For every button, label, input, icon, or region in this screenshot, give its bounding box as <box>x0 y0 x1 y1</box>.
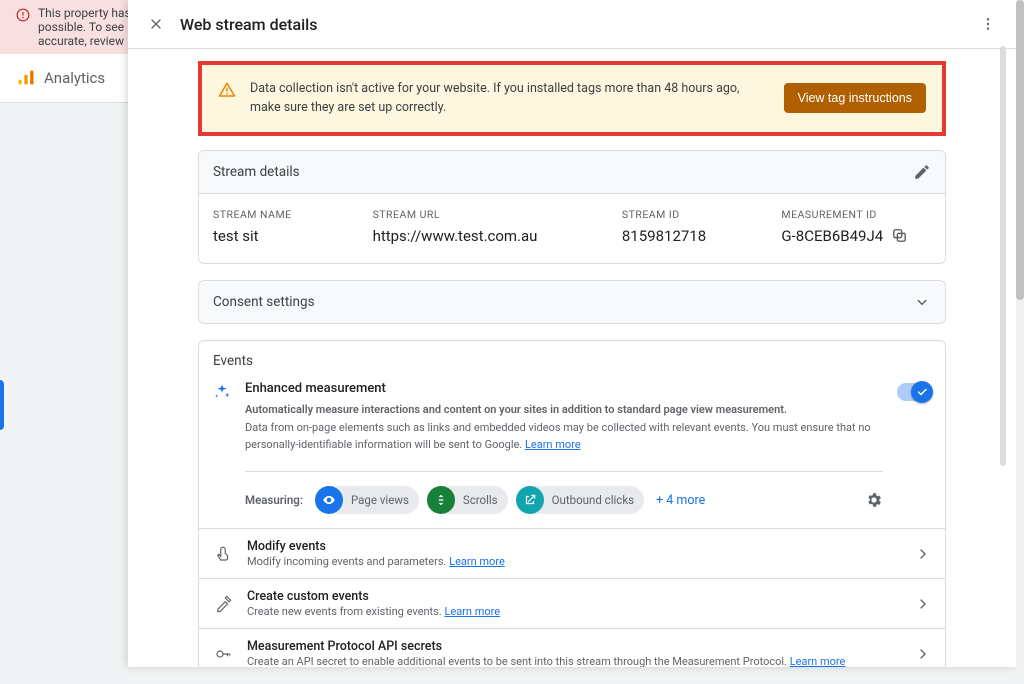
outbound-icon <box>516 486 544 514</box>
panel-scrollbar[interactable] <box>1000 46 1006 667</box>
enhanced-desc1: Automatically measure interactions and c… <box>245 402 883 419</box>
stream-details-grid: STREAM NAME test sit STREAM URL https://… <box>199 194 945 263</box>
key-icon <box>213 645 233 663</box>
touch-icon <box>213 545 233 563</box>
error-icon <box>16 8 30 22</box>
events-header: Events <box>199 341 945 381</box>
alert-text: Data collection isn't active for your we… <box>250 79 770 118</box>
stream-details-card: Stream details STREAM NAME test sit STRE… <box>198 150 946 264</box>
stream-url-label: STREAM URL <box>373 208 612 221</box>
more-menu-icon[interactable] <box>974 10 1002 38</box>
row-desc: Create an API secret to enable additiona… <box>247 655 901 667</box>
events-card: Events Enhanced measurement Automaticall… <box>198 340 946 667</box>
left-nav-indicator <box>0 380 4 430</box>
view-tag-instructions-button[interactable]: View tag instructions <box>784 83 926 113</box>
learn-more-link[interactable]: Learn more <box>449 555 505 568</box>
row-desc: Modify incoming events and parameters. L… <box>247 555 901 568</box>
check-icon <box>911 381 933 403</box>
row-title: Create custom events <box>247 589 901 604</box>
gear-icon[interactable] <box>865 491 883 509</box>
events-title: Events <box>213 353 253 369</box>
consent-settings-card: Consent settings <box>198 280 946 324</box>
warning-icon <box>218 81 236 99</box>
measurement-id-value: G-8CEB6B49J4 <box>781 227 883 245</box>
chevron-right-icon <box>915 546 931 562</box>
scroll-icon <box>427 486 455 514</box>
pill-page-views: Page views <box>315 486 419 514</box>
chevron-right-icon <box>915 596 931 612</box>
stream-name-label: STREAM NAME <box>213 208 363 221</box>
pill-outbound: Outbound clicks <box>516 486 644 514</box>
analytics-logo-icon <box>16 68 36 88</box>
stream-id-value: 8159812718 <box>622 227 772 245</box>
stream-name-value: test sit <box>213 227 363 245</box>
web-stream-details-panel: Web stream details Data collection isn't… <box>128 0 1016 667</box>
chevron-right-icon <box>915 646 931 662</box>
learn-more-link[interactable]: Learn more <box>790 655 846 667</box>
panel-header: Web stream details <box>128 0 1016 49</box>
stream-id-cell: STREAM ID 8159812718 <box>622 208 772 245</box>
consent-title: Consent settings <box>213 294 315 310</box>
pill-scrolls: Scrolls <box>427 486 508 514</box>
events-list: Modify events Modify incoming events and… <box>199 528 945 667</box>
pill-label: Outbound clicks <box>552 493 634 507</box>
window-scrollbar[interactable] <box>1016 0 1024 667</box>
panel-title: Web stream details <box>180 15 318 34</box>
enhanced-measurement-section: Enhanced measurement Automatically measu… <box>199 381 945 529</box>
chevron-down-icon <box>913 293 931 311</box>
row-title: Measurement Protocol API secrets <box>247 639 901 654</box>
enhanced-title: Enhanced measurement <box>245 381 883 396</box>
stream-details-header: Stream details <box>199 151 945 194</box>
section-title: Stream details <box>213 164 300 180</box>
modify-events-row[interactable]: Modify events Modify incoming events and… <box>199 529 945 579</box>
row-title: Modify events <box>247 539 901 554</box>
wand-icon <box>213 595 233 613</box>
learn-more-link[interactable]: Learn more <box>525 438 581 451</box>
data-collection-alert: Data collection isn't active for your we… <box>202 65 942 132</box>
stream-url-cell: STREAM URL https://www.test.com.au <box>373 208 612 245</box>
banner-text: This property has possible. To see accur… <box>38 6 131 48</box>
consent-settings-row[interactable]: Consent settings <box>199 281 945 323</box>
sparkle-icon <box>213 383 231 401</box>
pill-label: Page views <box>351 493 409 507</box>
row-desc: Create new events from existing events. … <box>247 605 901 618</box>
pill-label: Scrolls <box>463 493 498 507</box>
measurement-id-cell: MEASUREMENT ID G-8CEB6B49J4 <box>781 208 931 245</box>
enhanced-toggle[interactable] <box>897 383 931 401</box>
learn-more-link[interactable]: Learn more <box>444 605 500 618</box>
measurement-protocol-row[interactable]: Measurement Protocol API secrets Create … <box>199 629 945 667</box>
copy-icon[interactable] <box>891 227 908 244</box>
enhanced-desc2: Data from on-page elements such as links… <box>245 420 883 453</box>
measurement-id-label: MEASUREMENT ID <box>781 208 931 221</box>
eye-icon <box>315 486 343 514</box>
more-measurements-link[interactable]: + 4 more <box>656 493 705 508</box>
stream-url-value: https://www.test.com.au <box>373 227 612 245</box>
stream-id-label: STREAM ID <box>622 208 772 221</box>
panel-body: Data collection isn't active for your we… <box>128 49 1016 667</box>
create-custom-events-row[interactable]: Create custom events Create new events f… <box>199 579 945 629</box>
app-name: Analytics <box>44 69 105 87</box>
highlight-frame: Data collection isn't active for your we… <box>198 61 946 136</box>
edit-icon[interactable] <box>913 163 931 181</box>
measuring-label: Measuring: <box>245 493 303 507</box>
close-icon[interactable] <box>142 10 170 38</box>
stream-name-cell: STREAM NAME test sit <box>213 208 363 245</box>
measuring-row: Measuring: Page views Scrolls <box>245 471 883 514</box>
